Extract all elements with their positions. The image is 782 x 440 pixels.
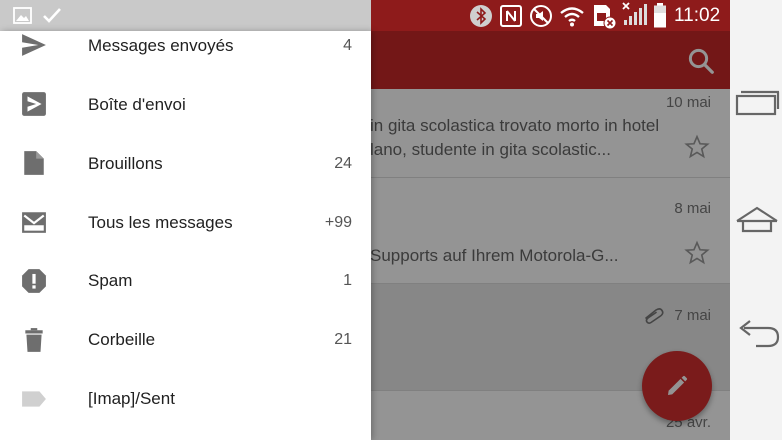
signal-icon [622,2,647,25]
drawer-item-trash[interactable]: Corbeille 21 [0,310,371,368]
draft-icon [24,151,44,175]
drawer-item-label: Spam [88,271,133,290]
bluetooth-icon [470,5,492,27]
drawer-item-all-mail[interactable]: Tous les messages +99 [0,192,371,250]
send-icon [22,34,46,56]
drawer-item-count: 1 [343,272,352,289]
recent-apps-icon[interactable] [734,88,780,122]
spam-icon [22,269,46,293]
all-mail-icon [22,212,46,233]
back-icon[interactable] [734,318,780,352]
drawer-item-sent[interactable]: Messages envoyés 4 [0,15,371,73]
label-icon [22,391,46,407]
drawer-item-spam[interactable]: Spam 1 [0,251,371,309]
drawer-item-count: 21 [334,331,352,348]
drawer-item-outbox[interactable]: Boîte d'envoi [0,74,371,132]
drawer-item-count: 24 [334,155,352,172]
outbox-icon [22,92,46,116]
trash-icon [25,328,43,352]
nfc-icon [500,5,522,27]
wifi-icon [560,7,584,27]
drawer-item-label: Corbeille [88,330,156,349]
drawer-item-imap-sent[interactable]: [Imap]/Sent [0,369,371,427]
home-icon[interactable] [734,203,780,237]
drawer-item-label: [Imap]/Sent [88,389,175,408]
sim-icon [594,5,617,30]
mute-icon [530,5,552,27]
system-navigation-bar [730,0,782,440]
navigation-drawer: Messages envoyés 4 Boîte d'envoi Brouill… [0,31,371,440]
battery-icon [654,3,666,28]
drawer-item-label: Brouillons [88,154,163,173]
drawer-item-label: Boîte d'envoi [88,95,186,114]
drawer-item-label: Tous les messages [88,213,233,232]
drawer-item-count: 4 [343,37,352,54]
drawer-item-label: Messages envoyés [88,36,234,55]
clock: 11:02 [674,5,721,26]
drawer-item-count: +99 [324,214,352,231]
drawer-item-drafts[interactable]: Brouillons 24 [0,133,371,191]
